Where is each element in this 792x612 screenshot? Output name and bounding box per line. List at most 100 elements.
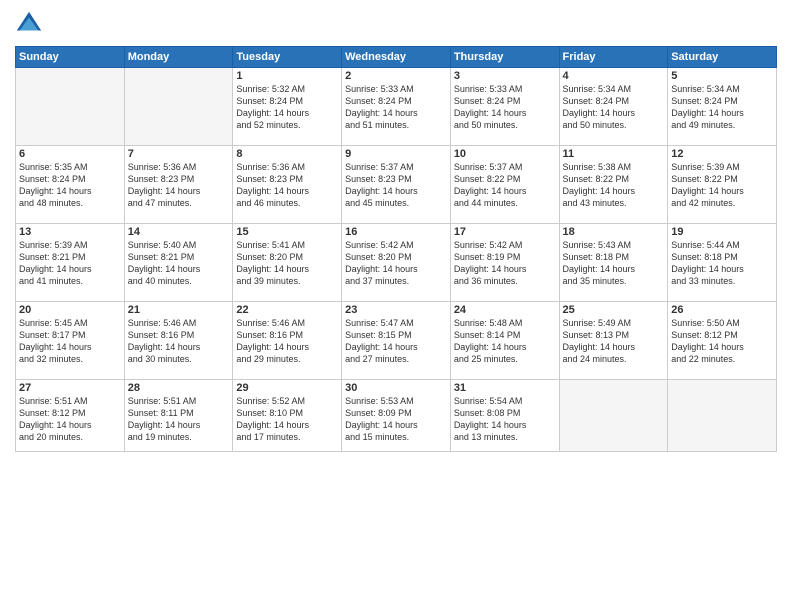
calendar-cell: 26Sunrise: 5:50 AM Sunset: 8:12 PM Dayli… (668, 302, 777, 380)
day-info: Sunrise: 5:36 AM Sunset: 8:23 PM Dayligh… (128, 161, 230, 210)
day-number: 7 (128, 148, 230, 160)
day-info: Sunrise: 5:33 AM Sunset: 8:24 PM Dayligh… (454, 83, 556, 132)
day-info: Sunrise: 5:42 AM Sunset: 8:20 PM Dayligh… (345, 239, 447, 288)
calendar-cell: 17Sunrise: 5:42 AM Sunset: 8:19 PM Dayli… (450, 224, 559, 302)
day-info: Sunrise: 5:37 AM Sunset: 8:23 PM Dayligh… (345, 161, 447, 210)
logo-icon (15, 10, 43, 38)
day-number: 23 (345, 304, 447, 316)
day-number: 31 (454, 382, 556, 394)
calendar-week-row: 27Sunrise: 5:51 AM Sunset: 8:12 PM Dayli… (16, 380, 777, 452)
day-info: Sunrise: 5:43 AM Sunset: 8:18 PM Dayligh… (563, 239, 665, 288)
calendar-cell: 10Sunrise: 5:37 AM Sunset: 8:22 PM Dayli… (450, 146, 559, 224)
day-info: Sunrise: 5:53 AM Sunset: 8:09 PM Dayligh… (345, 395, 447, 444)
calendar-week-row: 6Sunrise: 5:35 AM Sunset: 8:24 PM Daylig… (16, 146, 777, 224)
page: SundayMondayTuesdayWednesdayThursdayFrid… (0, 0, 792, 612)
calendar-cell: 14Sunrise: 5:40 AM Sunset: 8:21 PM Dayli… (124, 224, 233, 302)
calendar-cell: 4Sunrise: 5:34 AM Sunset: 8:24 PM Daylig… (559, 68, 668, 146)
weekday-header: Wednesday (342, 47, 451, 68)
calendar-cell (668, 380, 777, 452)
day-info: Sunrise: 5:50 AM Sunset: 8:12 PM Dayligh… (671, 317, 773, 366)
day-info: Sunrise: 5:37 AM Sunset: 8:22 PM Dayligh… (454, 161, 556, 210)
day-info: Sunrise: 5:51 AM Sunset: 8:12 PM Dayligh… (19, 395, 121, 444)
header (15, 10, 777, 38)
calendar-cell: 15Sunrise: 5:41 AM Sunset: 8:20 PM Dayli… (233, 224, 342, 302)
day-info: Sunrise: 5:36 AM Sunset: 8:23 PM Dayligh… (236, 161, 338, 210)
day-number: 29 (236, 382, 338, 394)
day-info: Sunrise: 5:39 AM Sunset: 8:22 PM Dayligh… (671, 161, 773, 210)
day-number: 30 (345, 382, 447, 394)
weekday-header: Monday (124, 47, 233, 68)
day-info: Sunrise: 5:52 AM Sunset: 8:10 PM Dayligh… (236, 395, 338, 444)
calendar-week-row: 20Sunrise: 5:45 AM Sunset: 8:17 PM Dayli… (16, 302, 777, 380)
day-number: 21 (128, 304, 230, 316)
weekday-header: Saturday (668, 47, 777, 68)
day-info: Sunrise: 5:48 AM Sunset: 8:14 PM Dayligh… (454, 317, 556, 366)
calendar-cell (559, 380, 668, 452)
day-number: 25 (563, 304, 665, 316)
calendar-cell (16, 68, 125, 146)
day-info: Sunrise: 5:32 AM Sunset: 8:24 PM Dayligh… (236, 83, 338, 132)
day-number: 12 (671, 148, 773, 160)
day-number: 15 (236, 226, 338, 238)
day-info: Sunrise: 5:34 AM Sunset: 8:24 PM Dayligh… (671, 83, 773, 132)
day-number: 22 (236, 304, 338, 316)
calendar-cell: 25Sunrise: 5:49 AM Sunset: 8:13 PM Dayli… (559, 302, 668, 380)
calendar-cell: 19Sunrise: 5:44 AM Sunset: 8:18 PM Dayli… (668, 224, 777, 302)
weekday-header: Tuesday (233, 47, 342, 68)
day-number: 1 (236, 70, 338, 82)
weekday-header: Friday (559, 47, 668, 68)
calendar-cell: 5Sunrise: 5:34 AM Sunset: 8:24 PM Daylig… (668, 68, 777, 146)
day-info: Sunrise: 5:42 AM Sunset: 8:19 PM Dayligh… (454, 239, 556, 288)
calendar-cell: 28Sunrise: 5:51 AM Sunset: 8:11 PM Dayli… (124, 380, 233, 452)
day-number: 16 (345, 226, 447, 238)
day-number: 8 (236, 148, 338, 160)
day-number: 19 (671, 226, 773, 238)
calendar-cell: 20Sunrise: 5:45 AM Sunset: 8:17 PM Dayli… (16, 302, 125, 380)
day-info: Sunrise: 5:35 AM Sunset: 8:24 PM Dayligh… (19, 161, 121, 210)
calendar-cell: 2Sunrise: 5:33 AM Sunset: 8:24 PM Daylig… (342, 68, 451, 146)
calendar-week-row: 1Sunrise: 5:32 AM Sunset: 8:24 PM Daylig… (16, 68, 777, 146)
day-number: 3 (454, 70, 556, 82)
day-info: Sunrise: 5:46 AM Sunset: 8:16 PM Dayligh… (236, 317, 338, 366)
calendar-table: SundayMondayTuesdayWednesdayThursdayFrid… (15, 46, 777, 452)
day-number: 4 (563, 70, 665, 82)
calendar-cell: 12Sunrise: 5:39 AM Sunset: 8:22 PM Dayli… (668, 146, 777, 224)
day-number: 9 (345, 148, 447, 160)
day-info: Sunrise: 5:47 AM Sunset: 8:15 PM Dayligh… (345, 317, 447, 366)
day-info: Sunrise: 5:51 AM Sunset: 8:11 PM Dayligh… (128, 395, 230, 444)
calendar-cell: 11Sunrise: 5:38 AM Sunset: 8:22 PM Dayli… (559, 146, 668, 224)
weekday-header: Sunday (16, 47, 125, 68)
calendar-week-row: 13Sunrise: 5:39 AM Sunset: 8:21 PM Dayli… (16, 224, 777, 302)
day-number: 13 (19, 226, 121, 238)
calendar-cell: 9Sunrise: 5:37 AM Sunset: 8:23 PM Daylig… (342, 146, 451, 224)
calendar-cell: 6Sunrise: 5:35 AM Sunset: 8:24 PM Daylig… (16, 146, 125, 224)
logo (15, 10, 47, 38)
calendar-cell: 22Sunrise: 5:46 AM Sunset: 8:16 PM Dayli… (233, 302, 342, 380)
day-info: Sunrise: 5:45 AM Sunset: 8:17 PM Dayligh… (19, 317, 121, 366)
calendar-cell: 29Sunrise: 5:52 AM Sunset: 8:10 PM Dayli… (233, 380, 342, 452)
day-number: 27 (19, 382, 121, 394)
day-info: Sunrise: 5:46 AM Sunset: 8:16 PM Dayligh… (128, 317, 230, 366)
day-number: 6 (19, 148, 121, 160)
day-info: Sunrise: 5:40 AM Sunset: 8:21 PM Dayligh… (128, 239, 230, 288)
calendar-cell: 7Sunrise: 5:36 AM Sunset: 8:23 PM Daylig… (124, 146, 233, 224)
day-info: Sunrise: 5:44 AM Sunset: 8:18 PM Dayligh… (671, 239, 773, 288)
day-info: Sunrise: 5:54 AM Sunset: 8:08 PM Dayligh… (454, 395, 556, 444)
calendar-cell: 21Sunrise: 5:46 AM Sunset: 8:16 PM Dayli… (124, 302, 233, 380)
calendar-cell: 24Sunrise: 5:48 AM Sunset: 8:14 PM Dayli… (450, 302, 559, 380)
day-info: Sunrise: 5:34 AM Sunset: 8:24 PM Dayligh… (563, 83, 665, 132)
day-number: 18 (563, 226, 665, 238)
day-info: Sunrise: 5:41 AM Sunset: 8:20 PM Dayligh… (236, 239, 338, 288)
day-number: 28 (128, 382, 230, 394)
day-number: 24 (454, 304, 556, 316)
day-info: Sunrise: 5:38 AM Sunset: 8:22 PM Dayligh… (563, 161, 665, 210)
day-number: 20 (19, 304, 121, 316)
calendar-cell: 27Sunrise: 5:51 AM Sunset: 8:12 PM Dayli… (16, 380, 125, 452)
day-number: 11 (563, 148, 665, 160)
day-number: 17 (454, 226, 556, 238)
calendar-cell: 31Sunrise: 5:54 AM Sunset: 8:08 PM Dayli… (450, 380, 559, 452)
calendar-cell: 23Sunrise: 5:47 AM Sunset: 8:15 PM Dayli… (342, 302, 451, 380)
weekday-header: Thursday (450, 47, 559, 68)
day-number: 5 (671, 70, 773, 82)
calendar-cell: 8Sunrise: 5:36 AM Sunset: 8:23 PM Daylig… (233, 146, 342, 224)
